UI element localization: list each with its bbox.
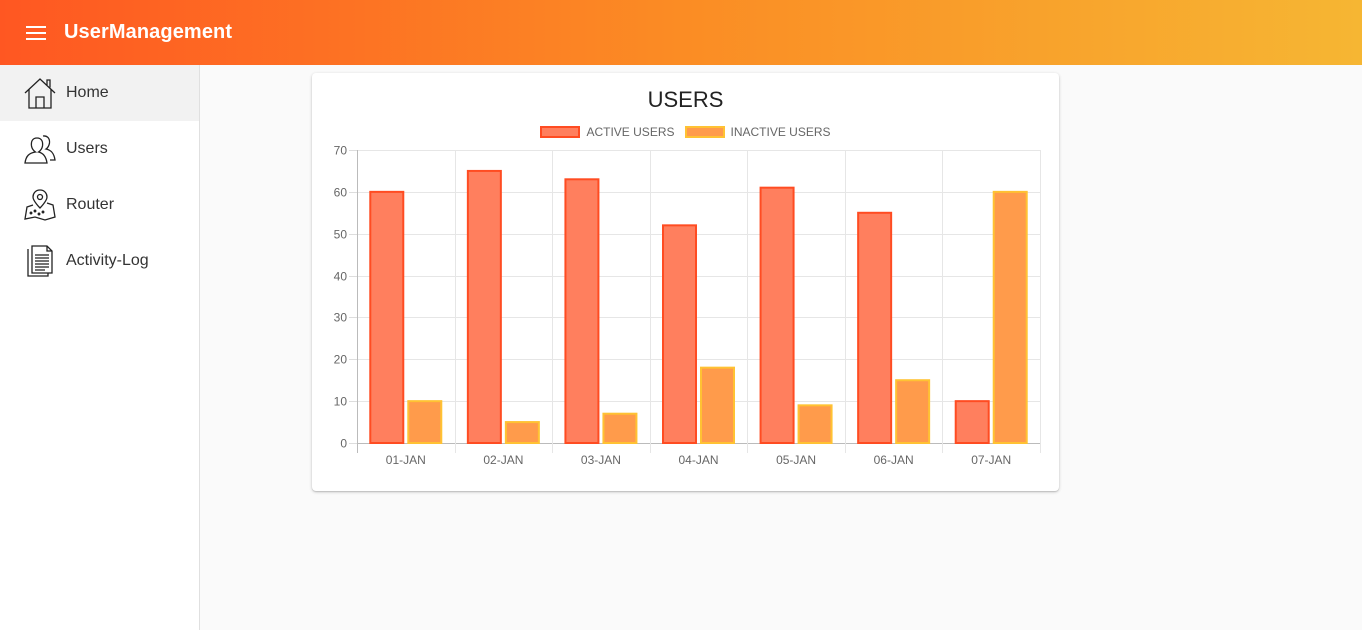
bar-active [954,400,990,444]
bar-active [564,178,600,445]
y-tick-label: 20 [334,353,348,367]
bar-chart: 0 10 20 30 40 50 60 70 01-JAN 02-JAN 03-JAN 04-JAN 0… [334,144,1041,467]
bar-inactive [700,366,735,444]
sidebar-item-label: Activity-Log [66,252,149,269]
sidebar: Home Users Router Activity-Log [0,65,200,630]
bar-inactive [797,404,833,445]
map-pin-icon [22,187,58,223]
y-tick-label: 70 [334,144,348,158]
sidebar-item-users[interactable]: Users [0,121,199,177]
y-tick-label: 0 [340,437,347,451]
bar-active [857,211,893,444]
sidebar-item-activity-log[interactable]: Activity-Log [0,233,199,289]
y-tick-label: 30 [334,311,348,325]
bar-active [466,169,502,445]
bar-inactive [407,400,443,444]
y-tick-label: 10 [334,395,348,409]
bar-active [759,186,795,444]
x-tick-label: 05-JAN [776,453,816,467]
home-icon [22,75,58,111]
bar-inactive [602,412,638,445]
users-chart-card: USERS ACTIVE USERS INACTIVE USERS 0 10 20 3… [312,73,1059,491]
app-title: UserManagement [64,21,233,43]
bar-inactive [895,379,931,445]
bar-inactive [504,421,540,445]
x-tick-label: 04-JAN [678,453,718,467]
sidebar-item-label: Users [66,140,108,157]
bar-active [662,224,697,444]
sidebar-item-label: Router [66,196,115,213]
x-tick-label: 03-JAN [581,453,621,467]
document-icon [22,243,58,279]
users-icon [22,131,58,167]
menu-icon[interactable] [24,21,48,45]
bar-inactive [992,190,1028,444]
x-tick-label: 02-JAN [483,453,523,467]
y-tick-label: 50 [334,228,348,242]
y-tick-label: 60 [334,186,348,200]
app-header: UserManagement [0,0,1362,65]
x-tick-label: 01-JAN [386,453,426,467]
sidebar-item-home[interactable]: Home [0,65,199,121]
y-tick-label: 40 [334,270,348,284]
x-tick-label: 07-JAN [971,453,1011,467]
bar-active [369,190,405,444]
sidebar-item-router[interactable]: Router [0,177,199,233]
x-tick-label: 06-JAN [874,453,914,467]
sidebar-item-label: Home [66,84,109,101]
